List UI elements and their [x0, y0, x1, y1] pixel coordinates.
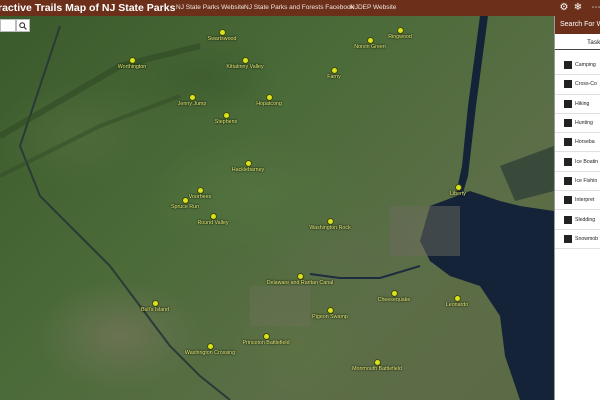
- park-pin-icon: [263, 333, 270, 340]
- hiking-icon: [564, 99, 572, 108]
- skiing-icon: [564, 80, 572, 89]
- horse-icon: [564, 138, 572, 147]
- nj-state-parks-facebook-link[interactable]: NJ State Parks and Forests Facebook: [244, 0, 354, 16]
- snowmobile-icon: [564, 234, 572, 243]
- activity-list: Camping Cross-Co Hiking Hunting Horseba …: [555, 56, 600, 249]
- camping-icon: [564, 61, 572, 70]
- panel-title: Search For W: [555, 16, 600, 34]
- park-pin-icon: [242, 57, 249, 64]
- activity-item-interpretive[interactable]: Interpret: [555, 191, 600, 211]
- park-pin-icon: [327, 218, 334, 225]
- search-button[interactable]: [16, 19, 30, 32]
- ice-boat-icon: [564, 157, 572, 166]
- activity-panel: Search For W Task Camping Cross-Co Hikin…: [554, 16, 600, 400]
- park-pin-icon: [374, 359, 381, 366]
- activity-item-cross-country[interactable]: Cross-Co: [555, 75, 600, 95]
- park-pin-icon: [219, 29, 226, 36]
- app-title: ractive Trails Map of NJ State Parks: [0, 2, 176, 14]
- park-pin-icon: [331, 67, 338, 74]
- activity-item-ice-fishing[interactable]: Ice Fishin: [555, 172, 600, 192]
- park-pin-icon: [182, 197, 189, 204]
- more-icon[interactable]: ⋯: [590, 2, 600, 14]
- njdep-website-link[interactable]: NJDEP Website: [350, 0, 396, 16]
- ice-fishing-icon: [564, 176, 572, 185]
- gear-icon[interactable]: ⚙: [558, 2, 570, 14]
- park-pin-icon: [223, 112, 230, 119]
- park-pin-icon: [189, 94, 196, 101]
- nj-state-parks-website-link[interactable]: NJ State Parks Website: [176, 0, 245, 16]
- park-pin-icon: [455, 184, 462, 191]
- activity-item-horseback[interactable]: Horseba: [555, 133, 600, 153]
- hunting-icon: [564, 119, 572, 128]
- park-pin-icon: [210, 213, 217, 220]
- park-pin-icon: [397, 27, 404, 34]
- park-pin-icon: [207, 343, 214, 350]
- park-pin-icon: [391, 290, 398, 297]
- activity-item-camping[interactable]: Camping: [555, 56, 600, 76]
- interpretive-icon: [564, 196, 572, 205]
- search-icon: [19, 21, 27, 30]
- park-pin-icon: [454, 295, 461, 302]
- activity-item-hiking[interactable]: Hiking: [555, 95, 600, 114]
- activity-item-snowmobile[interactable]: Snowmob: [555, 230, 600, 249]
- park-pin-icon: [129, 57, 136, 64]
- activity-item-sledding[interactable]: Sledding: [555, 210, 600, 230]
- activity-item-hunting[interactable]: Hunting: [555, 114, 600, 134]
- park-pin-icon: [197, 187, 204, 194]
- park-pin-icon: [245, 160, 252, 167]
- search-input[interactable]: [0, 19, 16, 32]
- park-pin-icon: [152, 300, 159, 307]
- sled-icon: [564, 215, 572, 224]
- park-pin-icon: [266, 94, 273, 101]
- map-view[interactable]: Swartswood Hacklebarney Norvin Green Wor…: [0, 16, 554, 400]
- park-pin-icon: [297, 273, 304, 280]
- activity-item-ice-boating[interactable]: Ice Boatin: [555, 152, 600, 172]
- app-header: ractive Trails Map of NJ State Parks NJ …: [0, 0, 600, 16]
- snowflake-icon[interactable]: ❄: [572, 2, 584, 14]
- park-pin-icon: [327, 307, 334, 314]
- panel-tab[interactable]: Task: [555, 36, 600, 50]
